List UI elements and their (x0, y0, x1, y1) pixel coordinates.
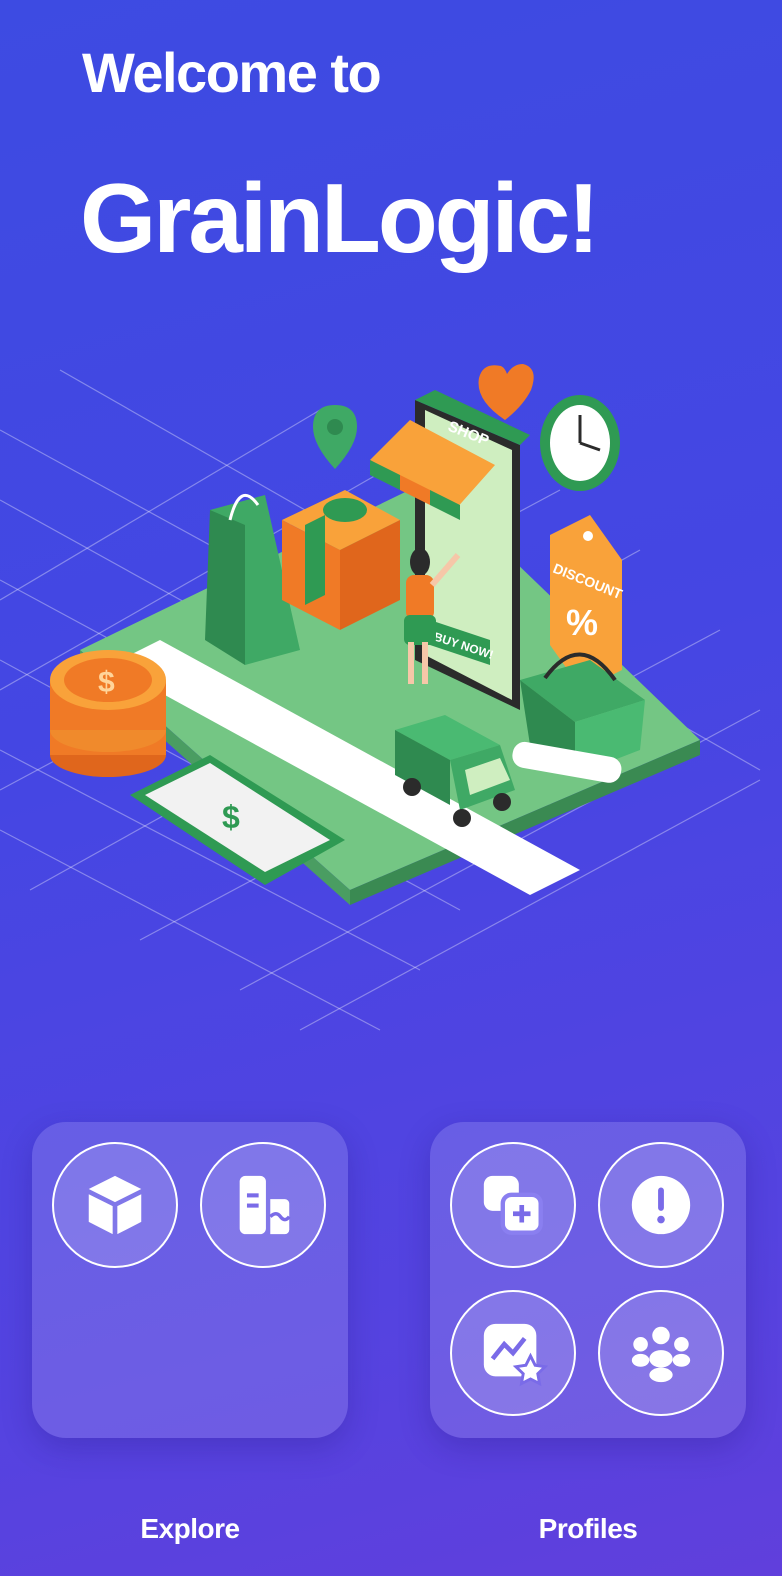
explore-label[interactable]: Explore (32, 1513, 348, 1545)
svg-text:%: % (566, 602, 598, 643)
heart-icon (478, 364, 534, 420)
cube-icon (88, 1175, 142, 1235)
storage-button[interactable] (200, 1142, 326, 1268)
svg-text:$: $ (222, 799, 240, 835)
location-pin-icon (313, 405, 357, 469)
coin-stack: $ (50, 650, 166, 777)
analytics-button[interactable] (450, 1290, 576, 1416)
alerts-button[interactable] (598, 1142, 724, 1268)
team-button[interactable] (598, 1290, 724, 1416)
explore-panel (32, 1122, 348, 1438)
alert-icon (631, 1175, 691, 1235)
chart-star-icon (483, 1323, 548, 1387)
svg-text:$: $ (98, 666, 115, 699)
profiles-panel (430, 1122, 746, 1438)
profiles-label[interactable]: Profiles (430, 1513, 746, 1545)
brand-title: GrainLogic! (80, 163, 600, 273)
shopping-illustration: XXXX - XXXX - XXXX $ $ SHOP BUY NOW! DIS… (0, 364, 761, 1031)
people-icon (631, 1326, 691, 1383)
add-profile-button[interactable] (450, 1142, 576, 1268)
clock-icon (540, 395, 620, 491)
welcome-text: Welcome to (82, 41, 382, 104)
add-copy-icon (483, 1175, 543, 1235)
silo-icon (239, 1175, 291, 1235)
inventory-button[interactable] (52, 1142, 178, 1268)
